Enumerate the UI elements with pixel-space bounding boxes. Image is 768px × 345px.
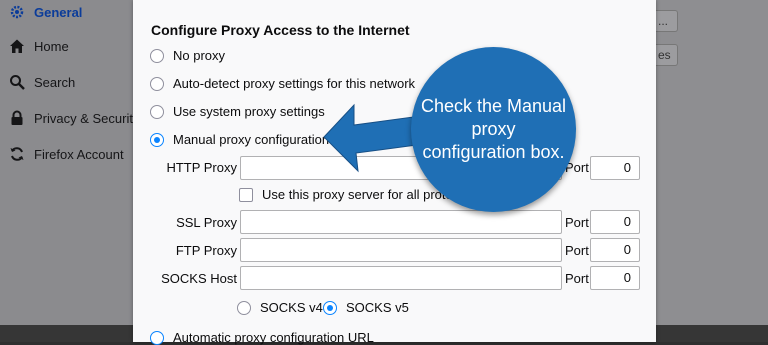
ftp-proxy-label: FTP Proxy: [175, 243, 237, 258]
http-port-input[interactable]: 0: [590, 156, 640, 180]
sidebar-item-general[interactable]: General: [8, 0, 82, 24]
background-button: es: [656, 44, 678, 66]
socks-v4-option[interactable]: SOCKS v4: [237, 300, 323, 315]
sidebar-item-label: Search: [34, 74, 76, 90]
option-label: Manual proxy configuration: [173, 132, 330, 147]
annotation-text: Check the Manual proxy configuration box…: [420, 96, 567, 162]
socks-host-input[interactable]: [240, 266, 562, 290]
search-icon: [8, 73, 26, 91]
ssl-port-label: Port: [565, 215, 589, 230]
radio-button[interactable]: [150, 76, 164, 91]
radio-button[interactable]: [150, 104, 164, 119]
socks-host-label: SOCKS Host: [161, 271, 237, 286]
annotation-callout: Check the Manual proxy configuration box…: [411, 47, 576, 212]
sidebar-item-label: Firefox Account: [34, 146, 124, 162]
dialog-title: Configure Proxy Access to the Internet: [151, 22, 410, 38]
manual-proxy-option[interactable]: Manual proxy configuration: [150, 132, 329, 147]
checkbox[interactable]: [239, 187, 253, 202]
auto-config-url-option[interactable]: Automatic proxy configuration URL: [150, 330, 374, 345]
gear-icon: [8, 3, 26, 21]
http-proxy-label: HTTP Proxy: [166, 160, 237, 175]
socks-port-input[interactable]: 0: [590, 266, 640, 290]
sidebar-item-firefox-account[interactable]: Firefox Account: [8, 142, 124, 166]
ssl-proxy-input[interactable]: [240, 210, 562, 234]
option-label: Automatic proxy configuration URL: [173, 330, 374, 345]
option-label: Auto-detect proxy settings for this netw…: [173, 76, 416, 91]
sidebar-item-search[interactable]: Search: [8, 70, 75, 94]
auto-detect-option[interactable]: Auto-detect proxy settings for this netw…: [150, 76, 415, 91]
no-proxy-option[interactable]: No proxy: [150, 48, 225, 63]
ssl-proxy-label: SSL Proxy: [176, 215, 237, 230]
radio-button[interactable]: [150, 330, 164, 345]
system-proxy-option[interactable]: Use system proxy settings: [150, 104, 325, 119]
option-label: No proxy: [173, 48, 226, 63]
socks-v5-option[interactable]: SOCKS v5: [323, 300, 409, 315]
ftp-port-input[interactable]: 0: [590, 238, 640, 262]
ssl-port-input[interactable]: 0: [590, 210, 640, 234]
radio-button[interactable]: [150, 48, 164, 63]
option-label: SOCKS v4: [260, 300, 323, 315]
sidebar-item-label: Home: [34, 38, 69, 54]
radio-button-selected[interactable]: [150, 132, 164, 147]
radio-button[interactable]: [237, 300, 251, 315]
sidebar-item-label: General: [34, 4, 83, 20]
home-icon: [8, 37, 26, 55]
lock-icon: [8, 109, 26, 127]
option-label: SOCKS v5: [346, 300, 409, 315]
preferences-sidebar: General Home Search Privacy & Security F…: [0, 0, 140, 342]
sidebar-item-label: Privacy & Security: [34, 110, 140, 126]
sync-icon: [8, 145, 26, 163]
sidebar-item-privacy[interactable]: Privacy & Security: [8, 106, 139, 130]
radio-button-selected[interactable]: [323, 300, 337, 315]
sidebar-item-home[interactable]: Home: [8, 34, 69, 58]
socks-port-label: Port: [565, 271, 589, 286]
option-label: Use system proxy settings: [173, 104, 325, 119]
background-button: ...: [656, 10, 678, 32]
ftp-port-label: Port: [565, 243, 589, 258]
ftp-proxy-input[interactable]: [240, 238, 562, 262]
